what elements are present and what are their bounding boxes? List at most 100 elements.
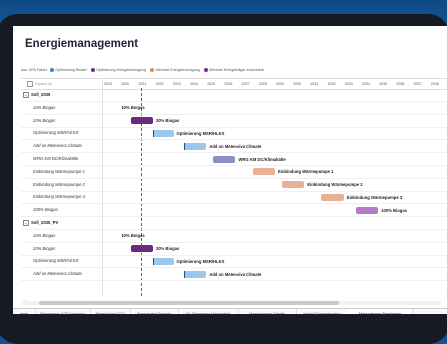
sheet-tab[interactable]: Benchmark CO2 Ausstoss: [35, 309, 91, 314]
task-label: Einbindung Wärmepumpe 3: [33, 194, 85, 199]
row-label-text: Add on Meteoviva Climate: [33, 143, 82, 149]
task-row[interactable]: 20% Biogas 20% Biogas: [21, 115, 447, 128]
bar-label: Einbindung Wärmepumpe 1: [278, 169, 334, 175]
task-bar[interactable]: [130, 245, 153, 253]
task-row[interactable]: Add on Meteoviva Climate Add on Meteoviva…: [21, 268, 447, 282]
progress-marker: [152, 257, 155, 265]
task-bar[interactable]: [321, 193, 344, 201]
group-row[interactable]: ⌄ Soll_2035: [21, 89, 447, 102]
progress-marker: [183, 142, 186, 150]
legend-item-label: Optimierung Bedarf: [55, 68, 87, 72]
task-row[interactable]: 10% Biogas 10% Biogas: [21, 230, 447, 243]
task-bar[interactable]: [213, 155, 236, 163]
horizontal-scrollbar[interactable]: [21, 301, 441, 305]
task-row[interactable]: Add on Meteoviva Climate Add on Meteoviva…: [21, 140, 447, 154]
sheet-tab[interactable]: Absenkpfad CO2: [90, 309, 131, 314]
task-bar[interactable]: [130, 117, 153, 125]
expand-all-label: Expand All: [35, 82, 52, 86]
task-bar[interactable]: [252, 168, 275, 176]
task-row[interactable]: WRG KM DC/Klimakälte WRG KM DC/Klimakälte: [21, 153, 447, 166]
bar-label: WRG KM DC/Klimakälte: [238, 156, 286, 162]
row-label-text: 20% Biogas: [33, 117, 56, 123]
sheet-tab[interactable]: XY Diagramm Absenkpfad: [178, 309, 239, 314]
year-tick: 2026: [224, 82, 233, 86]
task-row[interactable]: Optimierung MSR/HLKS Optimierung MSR/HLKS: [21, 255, 447, 269]
task-bar[interactable]: [152, 257, 174, 265]
task-label: WRG KM DC/Klimakälte: [33, 156, 78, 161]
scrollbar-thumb[interactable]: [39, 301, 339, 305]
legend-item: Wechsel Energieerzeugung: [150, 68, 200, 72]
year-tick: 2033: [344, 82, 353, 86]
legend-dot-icon: [203, 68, 208, 72]
task-row[interactable]: 100% Biogas 100% Biogas: [21, 204, 447, 218]
task-label: Add on Meteoviva Climate: [33, 271, 82, 276]
task-label: Einbindung Wärmepumpe 1: [33, 169, 85, 174]
year-tick: 2032: [327, 82, 336, 86]
bar-label: 20% Biogas: [155, 118, 180, 124]
year-tick: 2021: [138, 82, 147, 86]
task-bar[interactable]: [183, 270, 207, 278]
legend-dot-icon: [49, 68, 54, 72]
task-bar[interactable]: [183, 142, 207, 150]
task-row[interactable]: Optimierung MSR/HLKS Optimierung MSR/HLKS: [21, 127, 447, 141]
collapse-icon[interactable]: ⌄: [23, 220, 29, 226]
bar-label: 10% Biogas: [121, 105, 145, 111]
bar-label: Add on Meteoviva Climate: [209, 271, 262, 277]
expand-all-button[interactable]: ⌄ Expand All: [27, 81, 52, 87]
row-label-text: Einbindung Wärmepumpe 3: [33, 194, 85, 200]
gantt-chart: ⌄ Expand All 2019 2020 2021 2022 2023 2024 202…: [21, 78, 447, 296]
task-label: Optimierung MSR/HLKS: [33, 258, 78, 263]
chevron-down-icon: ⌄: [27, 81, 33, 87]
task-bar[interactable]: [281, 181, 305, 189]
task-row[interactable]: Einbindung Wärmepumpe 3 Einbindung Wärmep…: [21, 191, 447, 205]
legend-label: Ass. KPA Faktor: [21, 68, 47, 72]
legend-item: Wechsel Energieträger erneuerbar: [203, 68, 264, 72]
task-bar[interactable]: [355, 206, 379, 214]
task-label: 100% Biogas: [33, 207, 58, 212]
sheet-tab[interactable]: Verlauf Energiekosten: [296, 309, 349, 314]
group-row[interactable]: ⌄ Soll_2035_PV: [21, 217, 447, 230]
year-tick: 2036: [396, 82, 405, 86]
sheet-tab[interactable]: Massnahmen Tabelle: [238, 309, 297, 314]
legend-item-label: Wechsel Energieerzeugung: [155, 68, 200, 72]
row-label-text: Soll_2035_PV: [31, 220, 59, 226]
row-label-text: Optimierung MSR/HLKS: [33, 130, 79, 136]
year-tick: 2037: [413, 82, 422, 86]
legend-item: Optimierung Energieerzeugung: [90, 68, 146, 72]
year-tick: 2034: [362, 82, 370, 86]
bar-label: Optimierung MSR/HLKS: [176, 130, 225, 136]
row-label-text: 20% Biogas: [33, 245, 56, 251]
bar-label: Optimierung MSR/HLKS: [176, 258, 225, 264]
year-tick: 2022: [155, 82, 164, 86]
year-tick: 2020: [121, 82, 130, 86]
row-label-text: 100% Biogas: [33, 207, 58, 213]
row-label-text: Einbindung Wärmepumpe 2: [33, 181, 85, 187]
report-screen: Energiemanagement Ass. KPA Faktor Optimi…: [13, 26, 447, 314]
group-label: ⌄ Soll_2035_PV: [23, 220, 58, 226]
sheet-tab[interactable]: Massnahmen Terminplan: [348, 309, 413, 314]
bar-label: 100% Biogas: [381, 207, 408, 213]
progress-marker: [152, 129, 155, 137]
row-label-text: 10% Biogas: [33, 232, 56, 238]
task-row[interactable]: 10% Biogas 10% Biogas: [21, 102, 447, 115]
row-label-text: Soll_2035: [31, 92, 51, 98]
row-label-text: Optimierung MSR/HLKS: [33, 258, 79, 264]
task-label: 20% Biogas: [33, 246, 55, 251]
task-label: Add on Meteoviva Climate: [33, 143, 82, 148]
task-row[interactable]: 20% Biogas 20% Biogas: [21, 243, 447, 256]
year-tick: 2028: [258, 82, 267, 86]
row-label-text: 10% Biogas: [33, 104, 56, 110]
task-label: 10% Biogas: [33, 105, 55, 110]
sheet-tab[interactable]: Absenkpfad Energie: [130, 309, 179, 314]
task-bar[interactable]: [152, 129, 174, 137]
collapse-icon[interactable]: ⌄: [23, 92, 29, 98]
task-row[interactable]: Einbindung Wärmepumpe 1 Einbindung Wärmep…: [21, 166, 447, 179]
task-row[interactable]: Einbindung Wärmepumpe 2 Einbindung Wärmep…: [21, 179, 447, 192]
sheet-tab[interactable]: ierge: [13, 309, 36, 314]
row-label-text: Einbindung Wärmepumpe 1: [33, 168, 85, 174]
group-label: ⌄ Soll_2035: [23, 92, 50, 98]
task-label: 10% Biogas: [33, 233, 55, 238]
progress-marker: [183, 270, 186, 278]
bar-label: Einbindung Wärmepumpe 3: [346, 194, 403, 200]
row-label-text: Add on Meteoviva Climate: [33, 271, 82, 277]
